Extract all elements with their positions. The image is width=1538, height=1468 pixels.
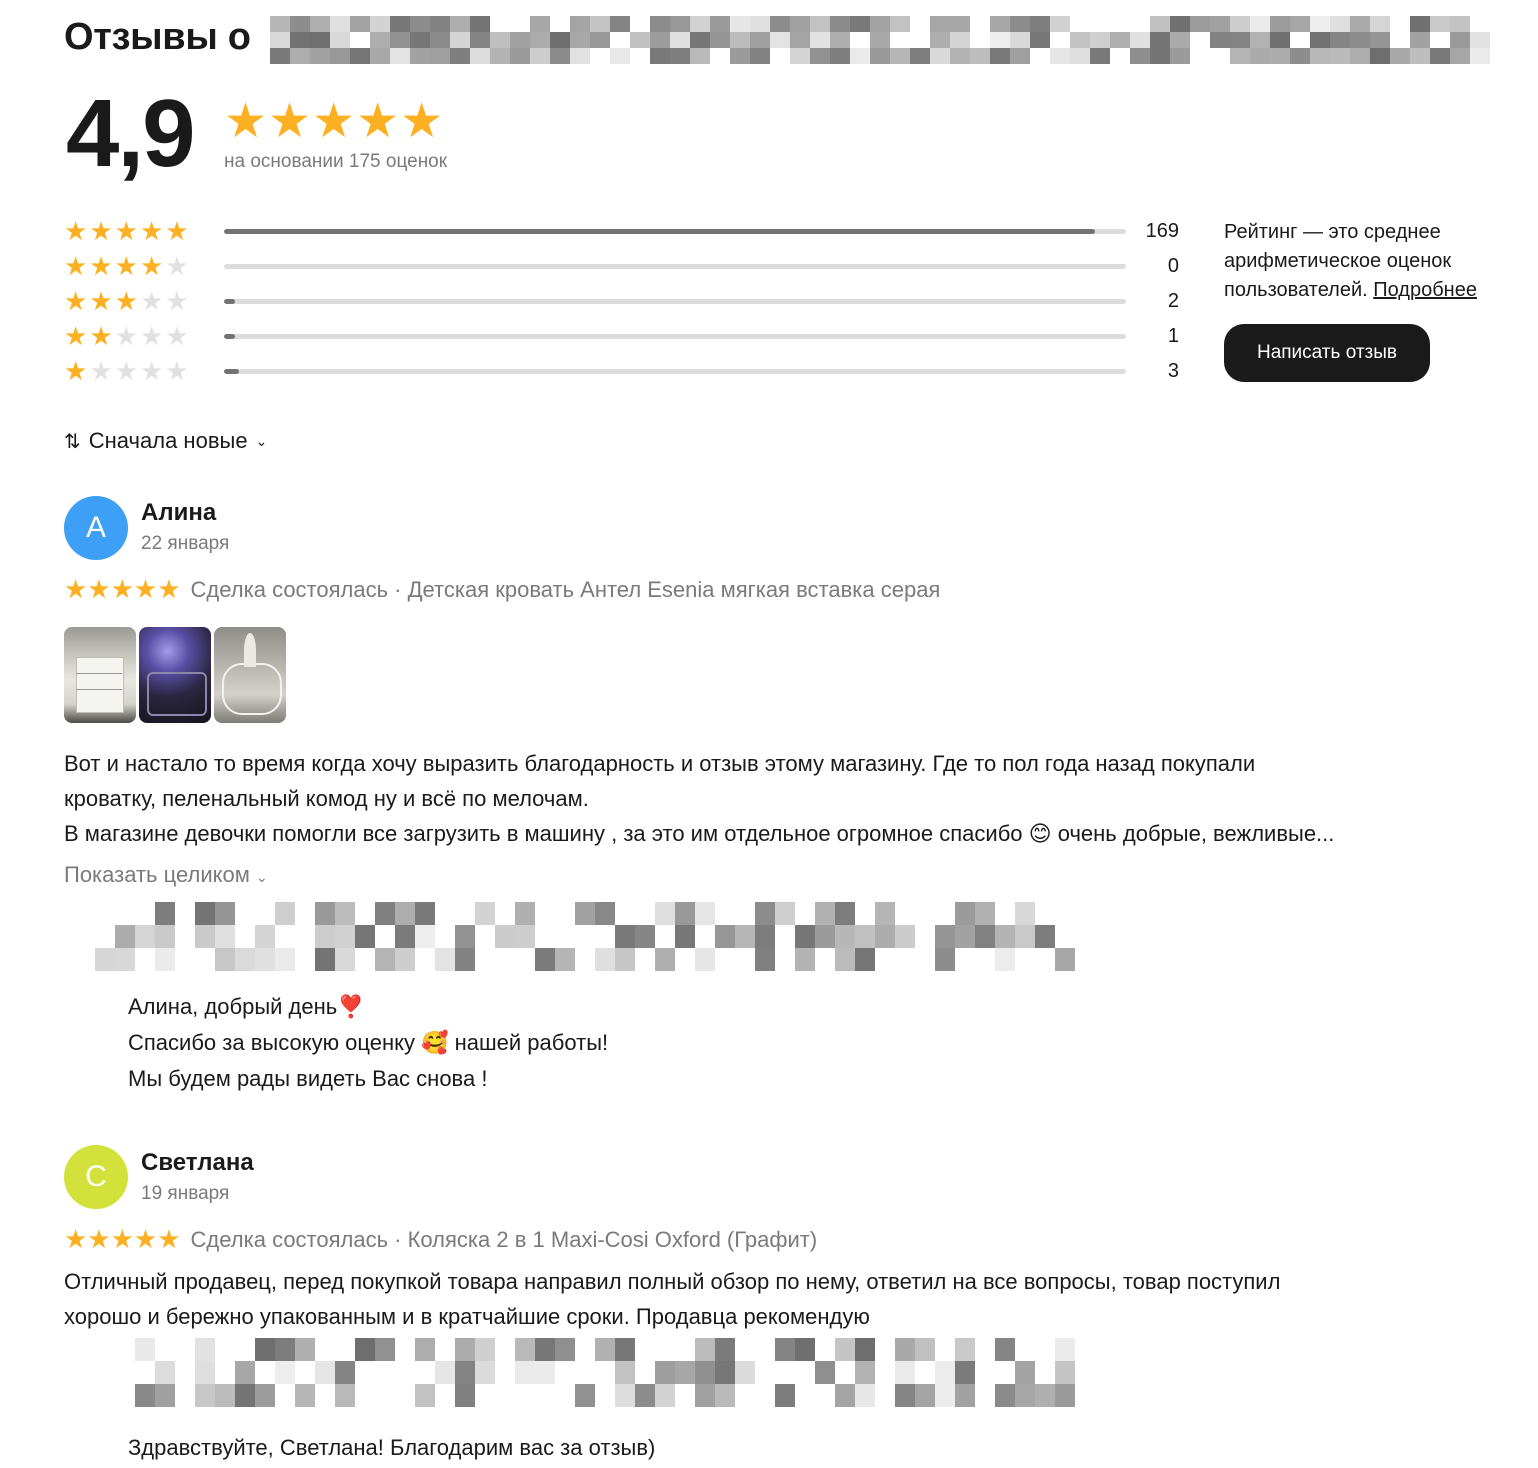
review-photo-2[interactable]: [139, 627, 211, 723]
sort-arrows-icon: ⇅: [64, 430, 81, 453]
review-photo-1[interactable]: [64, 627, 136, 723]
star-icon: ★: [64, 286, 90, 316]
histogram-row[interactable]: ★★★★★ 0: [64, 251, 1179, 281]
review-text: Вот и настало то время когда хочу вырази…: [64, 746, 1504, 851]
sort-label: Сначала новые: [88, 428, 248, 453]
histogram-stars: ★★★★★: [64, 321, 191, 351]
redacted-seller-reply-header: [135, 1338, 1075, 1408]
star-icon: ★: [165, 286, 191, 316]
histogram-count: 0: [1167, 255, 1179, 277]
rating-count-caption: на основании 175 оценок: [224, 151, 448, 172]
star-icon: ★: [64, 216, 90, 246]
star-icon: ★: [165, 321, 191, 351]
star-icon: ★: [114, 321, 140, 351]
chevron-down-icon: ⌄: [255, 432, 268, 449]
star-icon: ★: [64, 251, 90, 281]
star-icon: ★: [89, 286, 115, 316]
histogram-bar-fill: [224, 334, 235, 339]
histogram-row[interactable]: ★★★★★ 2: [64, 286, 1179, 316]
average-rating: 4,9: [66, 80, 195, 187]
star-icon: ★: [165, 216, 191, 246]
avatar-letter: А: [85, 511, 106, 544]
seller-reply: Здравствуйте, Светлана! Благодарим вас з…: [128, 1430, 655, 1466]
show-full-button[interactable]: Показать целиком ⌄: [64, 862, 268, 888]
star-icon: ★: [89, 251, 115, 281]
reply-line: Спасибо за высокую оценку 🥰 нашей работы…: [128, 1030, 609, 1055]
star-icon: ★: [139, 216, 166, 246]
histogram-bar: [224, 369, 1126, 374]
histogram-bar: [224, 229, 1126, 234]
review-text-line: Отличный продавец, перед покупкой товара…: [64, 1269, 1281, 1294]
star-icon: ★: [139, 321, 166, 351]
review-author: Алина: [141, 499, 217, 526]
page-title-prefix: Отзывы о: [64, 16, 251, 58]
rating-info-link[interactable]: Подробнее: [1373, 279, 1477, 301]
star-icon: ★: [89, 216, 115, 246]
redacted-seller-reply-header: [95, 902, 1091, 972]
star-icon: ★: [114, 216, 140, 246]
star-icon: ★: [64, 356, 90, 386]
star-icon: ★: [114, 251, 140, 281]
review-stars: ★★★★★: [64, 574, 181, 604]
review-text: Отличный продавец, перед покупкой товара…: [64, 1264, 1504, 1334]
rating-info: Рейтинг — это среднее арифметическое оце…: [1224, 218, 1514, 305]
avatar: А: [64, 496, 128, 560]
star-icon: ★: [139, 356, 166, 386]
star-icon: ★: [165, 356, 191, 386]
histogram-stars: ★★★★★: [64, 216, 191, 246]
histogram-stars: ★★★★★: [64, 251, 191, 281]
review-meta: ★★★★★ Сделка состоялась · Коляска 2 в 1 …: [64, 1224, 817, 1255]
histogram-bar-fill: [224, 299, 235, 304]
review-date: 22 января: [141, 533, 230, 554]
review-text-line: Вот и настало то время когда хочу вырази…: [64, 751, 1256, 776]
review-text-line: хорошо и бережно упакованным и в кратчай…: [64, 1304, 870, 1329]
histogram-stars: ★★★★★: [64, 356, 191, 386]
star-icon: ★: [139, 286, 166, 316]
review-photo-3[interactable]: [214, 627, 286, 723]
reply-line: Мы будем рады видеть Вас снова !: [128, 1066, 488, 1091]
review-stars: ★★★★★: [64, 1224, 181, 1254]
reply-line: Здравствуйте, Светлана! Благодарим вас з…: [128, 1435, 656, 1460]
star-icon: ★: [139, 251, 166, 281]
histogram-bar: [224, 299, 1126, 304]
review-date: 19 января: [141, 1183, 230, 1204]
average-rating-stars: ★★★★★: [224, 95, 445, 148]
star-icon: ★: [114, 286, 140, 316]
review-text-line: В магазине девочки помогли все загрузить…: [64, 821, 1335, 846]
histogram-bar: [224, 264, 1126, 269]
histogram-count: 169: [1145, 220, 1179, 242]
review-author: Светлана: [141, 1149, 254, 1176]
review-meta: ★★★★★ Сделка состоялась · Детская кроват…: [64, 574, 940, 605]
star-icon: ★: [89, 321, 115, 351]
histogram-count: 1: [1167, 325, 1179, 347]
histogram-bar-fill: [224, 369, 240, 374]
review-meta-text: Сделка состоялась · Детская кровать Анте…: [190, 576, 941, 602]
avatar-letter: С: [85, 1160, 107, 1193]
write-review-button[interactable]: Написать отзыв: [1224, 324, 1430, 382]
redacted-shop-name: [270, 16, 1500, 66]
histogram-bar: [224, 334, 1126, 339]
review-text-line: кроватку, пеленальный комод ну и всё по …: [64, 786, 589, 811]
star-icon: ★: [89, 356, 115, 386]
histogram-count: 2: [1167, 290, 1179, 312]
sort-dropdown[interactable]: ⇅ Сначала новые ⌄: [64, 428, 267, 454]
histogram-row[interactable]: ★★★★★ 1: [64, 321, 1179, 351]
reply-line: Алина, добрый день❣️: [128, 994, 365, 1019]
star-icon: ★: [114, 356, 140, 386]
chevron-down-icon: ⌄: [255, 869, 268, 885]
review-meta-text: Сделка состоялась · Коляска 2 в 1 Maxi-C…: [190, 1226, 818, 1252]
show-full-label: Показать целиком: [64, 862, 250, 887]
histogram-row[interactable]: ★★★★★ 169: [64, 216, 1179, 246]
histogram-stars: ★★★★★: [64, 286, 191, 316]
avatar: С: [64, 1145, 128, 1209]
star-icon: ★: [64, 321, 90, 351]
histogram-bar-fill: [224, 229, 1096, 234]
page-title: Отзывы о: [64, 16, 251, 59]
seller-reply: Алина, добрый день❣️ Спасибо за высокую …: [128, 989, 608, 1097]
star-icon: ★: [165, 251, 191, 281]
histogram-row[interactable]: ★★★★★ 3: [64, 356, 1179, 386]
histogram-count: 3: [1167, 360, 1179, 382]
